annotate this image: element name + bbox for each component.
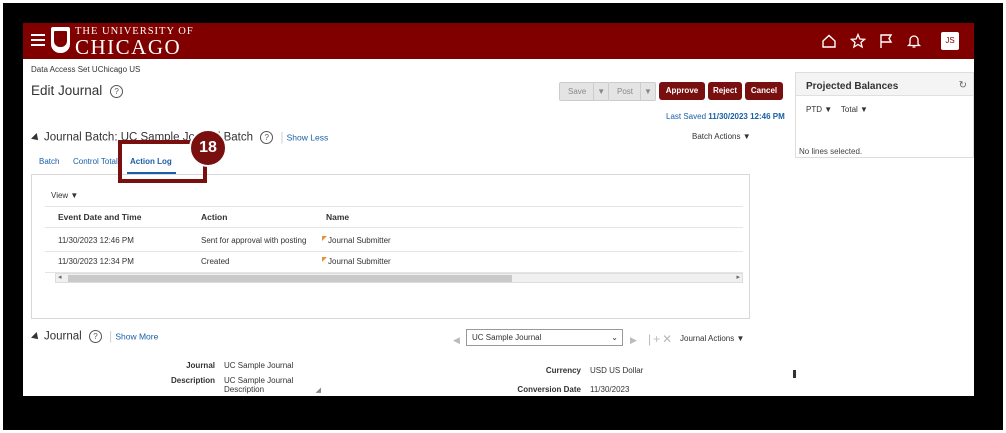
refresh-icon[interactable]: ↻ (959, 80, 967, 91)
collapse-icon[interactable] (31, 132, 41, 143)
last-saved-value: 11/30/2023 12:46 PM (708, 112, 785, 121)
menu-icon[interactable] (31, 34, 45, 46)
view-menu[interactable]: View ▼ (51, 191, 78, 200)
chevron-down-icon[interactable]: ⌄ (611, 330, 618, 345)
column-header-name[interactable]: Name (326, 212, 349, 222)
post-button[interactable]: Post ▼ (608, 82, 657, 101)
user-avatar[interactable]: JS (941, 32, 959, 50)
currency-value: USD US Dollar (590, 366, 644, 375)
journal-title: Journal (44, 330, 82, 343)
help-icon[interactable]: ? (110, 84, 124, 98)
cell-event-date: 11/30/2023 12:34 PM (58, 257, 134, 266)
tab-control-total[interactable]: Control Total (73, 157, 119, 166)
last-saved-label: Last Saved (666, 112, 707, 121)
description-value-line1: UC Sample Journal (224, 376, 294, 385)
show-less-link[interactable]: Show Less (287, 133, 329, 143)
journal-select-value: UC Sample Journal (472, 333, 542, 342)
total-dropdown[interactable]: Total ▼ (841, 105, 868, 114)
cell-action: Created (201, 257, 230, 266)
scrollbar-thumb[interactable] (68, 275, 512, 282)
description-label: Description (170, 376, 215, 385)
conversion-date-value: 11/30/2023 (590, 385, 630, 394)
app-window: THE UNIVERSITY OF CHICAGO JS Data Access… (23, 23, 974, 396)
resize-handle-icon[interactable]: ◢ (316, 386, 321, 394)
show-more-link[interactable]: Show More (115, 332, 158, 342)
journal-label: Journal (186, 361, 215, 370)
cell-name: Journal Submitter (322, 236, 391, 245)
flag-marker-icon (322, 236, 327, 241)
projected-balances-panel: Projected Balances ↻ PTD ▼ Total ▼ (795, 72, 974, 158)
university-crest-icon (51, 27, 70, 53)
divider: | (109, 330, 113, 343)
projected-balances-title: Projected Balances (806, 81, 899, 92)
save-button[interactable]: Save ▼ (559, 82, 610, 101)
cell-name: Journal Submitter (322, 257, 391, 266)
previous-journal-icon[interactable]: ◀ (453, 335, 460, 346)
batch-actions-menu[interactable]: Batch Actions ▼ (692, 132, 751, 141)
page-title: Edit Journal (31, 83, 103, 98)
description-field[interactable]: UC Sample Journal Description ◢ (224, 376, 321, 396)
data-access-set: Data Access Set UChicago US (31, 65, 141, 74)
flag-icon[interactable] (878, 33, 894, 49)
cell-name-text: Journal Submitter (328, 257, 391, 266)
no-lines-message: No lines selected. (799, 147, 863, 156)
reject-button[interactable]: Reject (708, 82, 742, 100)
journal-value: UC Sample Journal (224, 361, 294, 370)
table-header: Event Date and Time Action Name (45, 206, 743, 228)
cell-action: Sent for approval with posting (201, 236, 307, 245)
help-icon[interactable]: ? (260, 131, 274, 144)
logo-text-large[interactable]: CHICAGO (75, 35, 181, 60)
step-number-badge: 18 (189, 129, 227, 167)
table-row[interactable]: 11/30/2023 12:34 PM Created Journal Subm… (45, 251, 743, 273)
divider: | (280, 131, 284, 144)
horizontal-scrollbar[interactable]: ◂ ▸ (55, 273, 743, 283)
ptd-dropdown[interactable]: PTD ▼ (806, 105, 832, 114)
flag-marker-icon (322, 257, 327, 262)
page-title-wrap: Edit Journal ? (31, 83, 124, 98)
post-label: Post (617, 87, 634, 96)
cell-event-date: 11/30/2023 12:46 PM (58, 236, 134, 245)
journal-select[interactable]: UC Sample Journal ⌄ (466, 329, 623, 346)
cancel-button[interactable]: Cancel (745, 82, 783, 100)
home-icon[interactable] (821, 33, 837, 49)
next-journal-icon[interactable]: ▶ (630, 335, 637, 346)
column-header-event-date[interactable]: Event Date and Time (58, 212, 141, 222)
projected-balances-filters: PTD ▼ Total ▼ (806, 105, 868, 114)
tab-batch[interactable]: Batch (39, 157, 59, 166)
add-remove-icons[interactable]: |+✕ (648, 332, 674, 346)
scroll-left-icon[interactable]: ◂ (58, 273, 62, 281)
panel-splitter-handle[interactable] (793, 370, 796, 378)
currency-label: Currency (545, 366, 581, 375)
star-icon[interactable] (849, 32, 867, 49)
description-value-line2: Description (224, 385, 265, 394)
help-icon[interactable]: ? (88, 330, 102, 343)
column-header-action[interactable]: Action (201, 212, 227, 222)
bell-icon[interactable] (906, 33, 922, 49)
save-label: Save (568, 87, 587, 96)
cell-name-text: Journal Submitter (328, 236, 391, 245)
scroll-right-icon[interactable]: ▸ (736, 273, 740, 281)
global-header: THE UNIVERSITY OF CHICAGO JS (23, 23, 974, 59)
chevron-down-icon[interactable]: ▼ (593, 83, 608, 100)
journal-section-header: Journal ? | Show More (31, 330, 158, 343)
chevron-down-icon[interactable]: ▼ (640, 83, 655, 100)
approve-button[interactable]: Approve (659, 82, 705, 100)
last-saved: Last Saved 11/30/2023 12:46 PM (666, 112, 785, 121)
conversion-date-label: Conversion Date (517, 385, 581, 394)
collapse-icon[interactable] (31, 331, 41, 342)
table-row[interactable]: 11/30/2023 12:46 PM Sent for approval wi… (45, 230, 743, 252)
journal-actions-menu[interactable]: Journal Actions ▼ (680, 334, 744, 343)
